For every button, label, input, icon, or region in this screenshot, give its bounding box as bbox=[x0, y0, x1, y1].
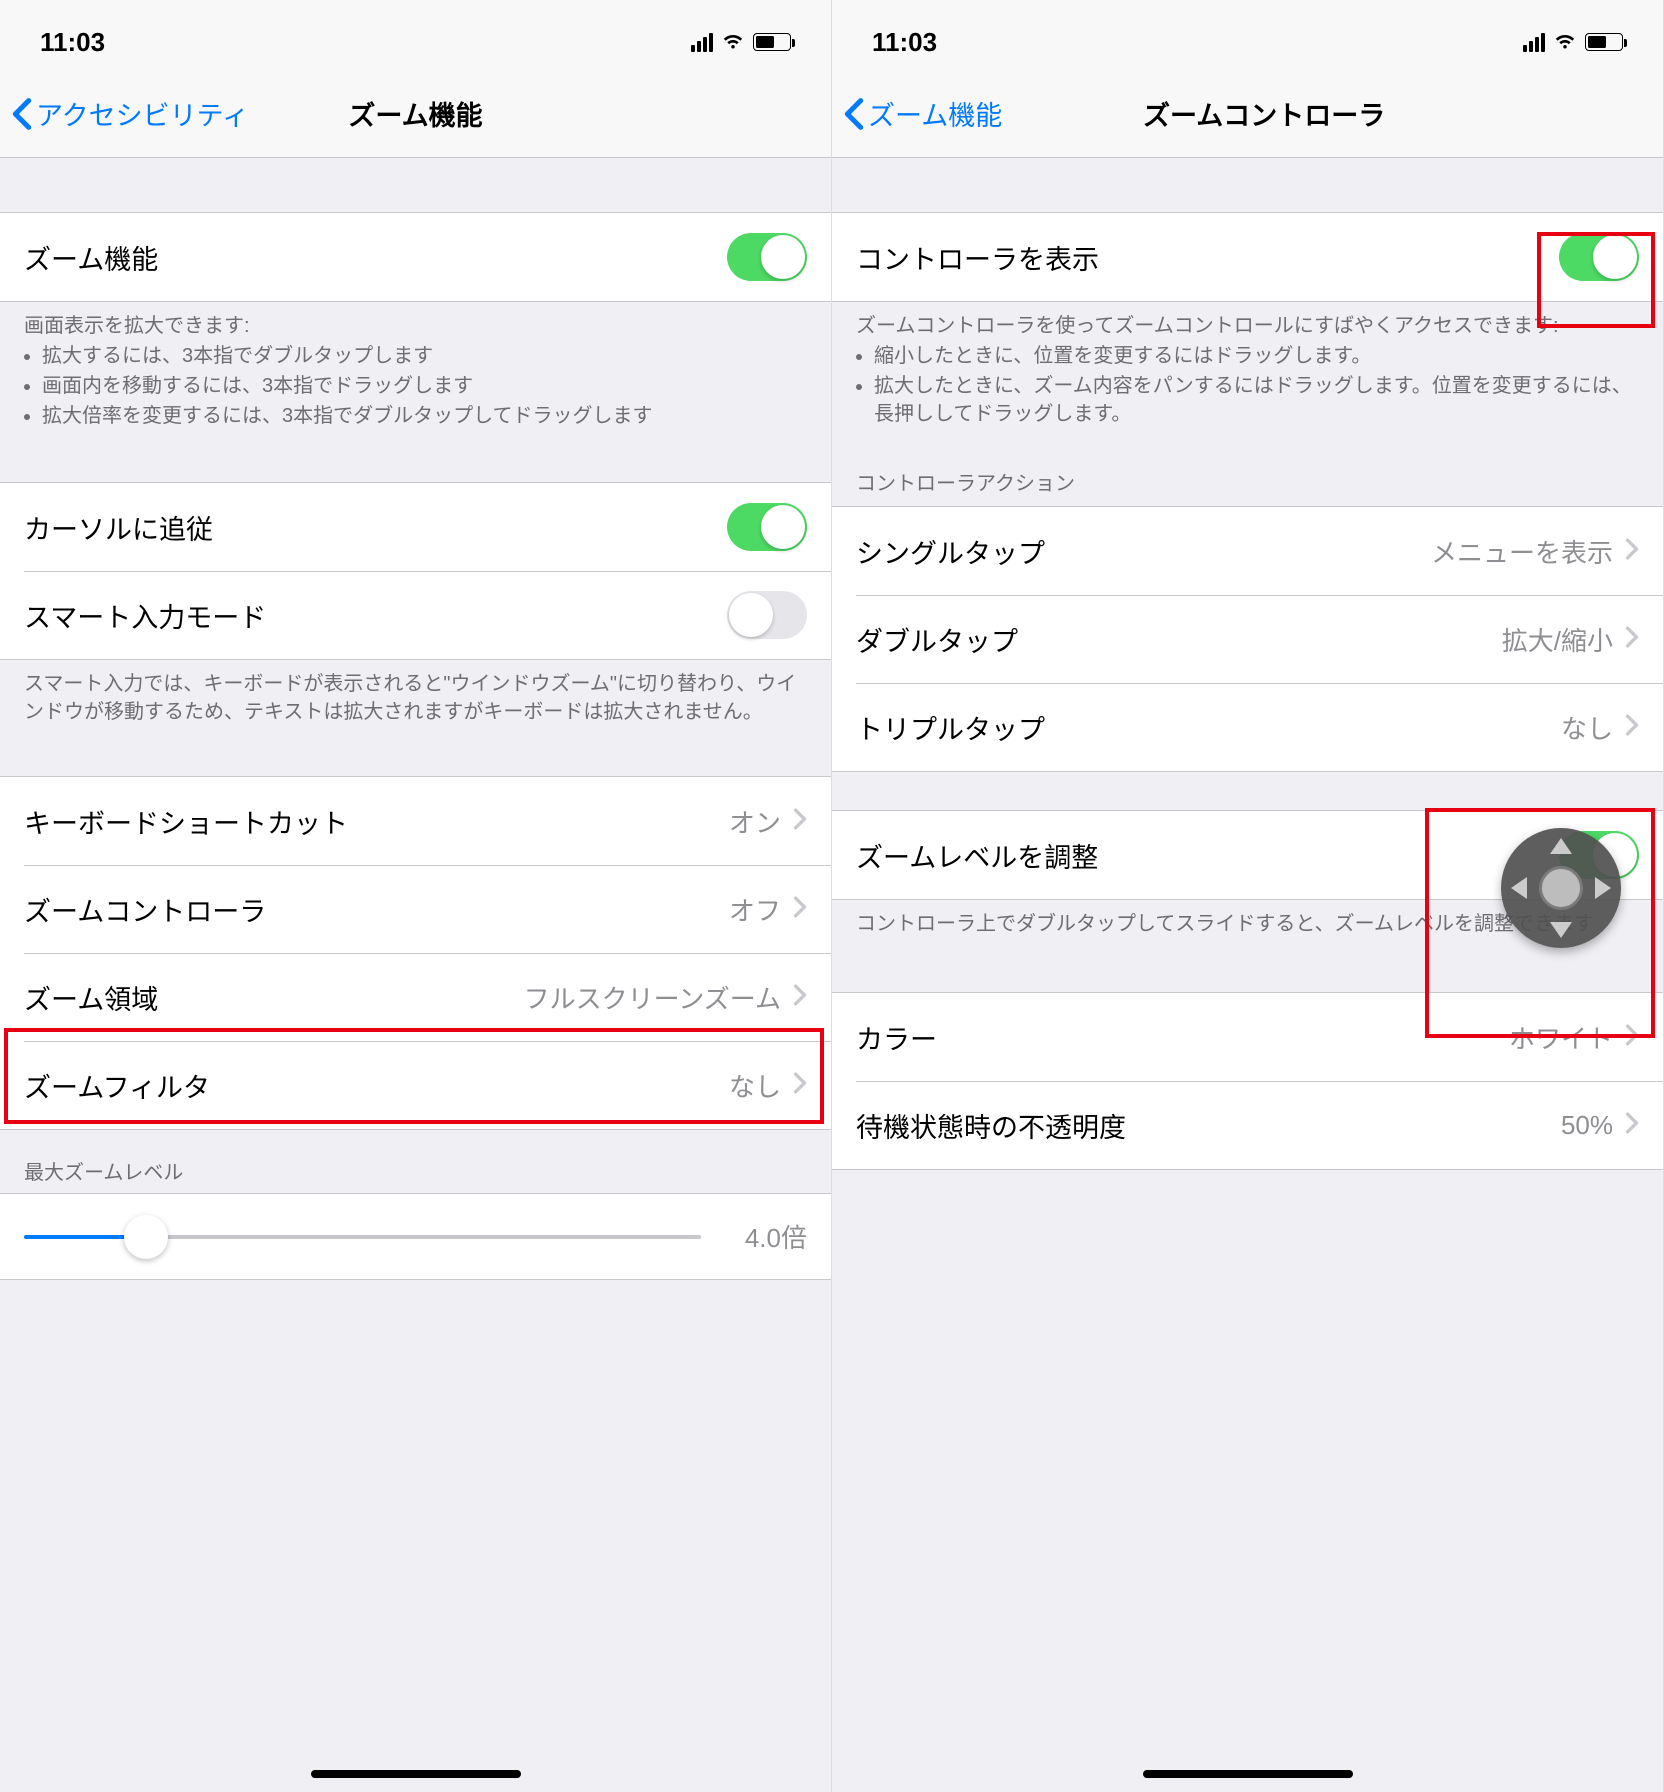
chevron-right-icon bbox=[793, 1070, 807, 1101]
chevron-right-icon bbox=[1625, 712, 1639, 743]
cellular-icon bbox=[1523, 33, 1545, 52]
arrow-down-icon bbox=[1550, 922, 1572, 938]
zoom-toggle-row[interactable]: ズーム機能 bbox=[0, 213, 831, 301]
wifi-icon bbox=[1553, 27, 1577, 58]
triple-tap-label: トリプルタップ bbox=[856, 708, 1045, 747]
double-tap-value: 拡大/縮小 bbox=[1502, 621, 1613, 658]
zoom-region-row[interactable]: ズーム領域 フルスクリーンズーム bbox=[0, 953, 831, 1041]
zoom-controller-value: オフ bbox=[729, 891, 781, 928]
keyboard-shortcut-value: オン bbox=[729, 803, 781, 840]
controller-center-icon bbox=[1539, 866, 1583, 910]
single-tap-row[interactable]: シングルタップ メニューを表示 bbox=[832, 507, 1663, 595]
battery-icon bbox=[753, 33, 791, 51]
back-button[interactable]: ズーム機能 bbox=[844, 94, 1002, 133]
color-value: ホワイト bbox=[1509, 1019, 1613, 1056]
zoom-region-label: ズーム領域 bbox=[24, 978, 158, 1017]
chevron-right-icon bbox=[1625, 624, 1639, 655]
triple-tap-value: なし bbox=[1561, 709, 1613, 746]
smart-typing-switch[interactable] bbox=[727, 591, 807, 639]
zoom-filter-row[interactable]: ズームフィルタ なし bbox=[0, 1041, 831, 1129]
home-indicator[interactable] bbox=[1143, 1770, 1353, 1778]
nav-bar: アクセシビリティ ズーム機能 bbox=[0, 70, 831, 158]
zoom-filter-label: ズームフィルタ bbox=[24, 1066, 210, 1105]
show-controller-row[interactable]: コントローラを表示 bbox=[832, 213, 1663, 301]
opacity-label: 待機状態時の不透明度 bbox=[856, 1106, 1126, 1145]
max-zoom-header: 最大ズームレベル bbox=[0, 1130, 831, 1193]
zoom-filter-value: なし bbox=[729, 1067, 781, 1104]
show-controller-switch[interactable] bbox=[1559, 233, 1639, 281]
follow-cursor-label: カーソルに追従 bbox=[24, 508, 213, 547]
show-controller-help: ズームコントローラを使ってズームコントロールにすばやくアクセスできます: 縮小し… bbox=[832, 302, 1663, 440]
keyboard-shortcut-row[interactable]: キーボードショートカット オン bbox=[0, 777, 831, 865]
double-tap-row[interactable]: ダブルタップ 拡大/縮小 bbox=[832, 595, 1663, 683]
max-zoom-row: 4.0倍 bbox=[0, 1194, 831, 1279]
home-indicator[interactable] bbox=[311, 1770, 521, 1778]
controller-actions-header: コントローラアクション bbox=[832, 440, 1663, 506]
back-label: ズーム機能 bbox=[868, 94, 1002, 133]
status-time: 11:03 bbox=[40, 27, 105, 58]
zoom-switch[interactable] bbox=[727, 233, 807, 281]
single-tap-value: メニューを表示 bbox=[1431, 533, 1613, 570]
back-button[interactable]: アクセシビリティ bbox=[12, 94, 249, 133]
chevron-left-icon bbox=[12, 97, 32, 131]
triple-tap-row[interactable]: トリプルタップ なし bbox=[832, 683, 1663, 771]
zoom-controller-label: ズームコントローラ bbox=[24, 890, 266, 929]
chevron-right-icon bbox=[793, 894, 807, 925]
zoom-toggle-label: ズーム機能 bbox=[24, 238, 158, 277]
smart-typing-label: スマート入力モード bbox=[24, 596, 266, 635]
zoom-settings-screen: 11:03 アクセシビリティ ズーム機能 ズーム機能 画面表示を拡大できます: … bbox=[0, 0, 832, 1792]
status-time: 11:03 bbox=[872, 27, 937, 58]
chevron-right-icon bbox=[1625, 536, 1639, 567]
zoom-help-text: 画面表示を拡大できます: 拡大するには、3本指でダブルタップします 画面内を移動… bbox=[0, 302, 831, 442]
zoom-controller-screen: 11:03 ズーム機能 ズームコントローラ コントローラを表示 ズームコントロー… bbox=[832, 0, 1664, 1792]
arrow-up-icon bbox=[1550, 838, 1572, 854]
single-tap-label: シングルタップ bbox=[856, 532, 1045, 571]
chevron-right-icon bbox=[793, 982, 807, 1013]
max-zoom-value: 4.0倍 bbox=[717, 1218, 807, 1255]
zoom-controller-row[interactable]: ズームコントローラ オフ bbox=[0, 865, 831, 953]
keyboard-shortcut-label: キーボードショートカット bbox=[24, 802, 348, 841]
opacity-row[interactable]: 待機状態時の不透明度 50% bbox=[832, 1081, 1663, 1169]
adjust-zoom-label: ズームレベルを調整 bbox=[856, 836, 1098, 875]
status-bar: 11:03 bbox=[0, 0, 831, 70]
cellular-icon bbox=[691, 33, 713, 52]
page-title: ズームコントローラ bbox=[1143, 94, 1385, 133]
arrow-right-icon bbox=[1595, 877, 1611, 899]
nav-bar: ズーム機能 ズームコントローラ bbox=[832, 70, 1663, 158]
back-label: アクセシビリティ bbox=[36, 94, 249, 133]
show-controller-label: コントローラを表示 bbox=[856, 238, 1099, 277]
arrow-left-icon bbox=[1511, 877, 1527, 899]
zoom-controller-widget[interactable] bbox=[1501, 828, 1621, 948]
follow-cursor-switch[interactable] bbox=[727, 503, 807, 551]
chevron-right-icon bbox=[1625, 1110, 1639, 1141]
color-label: カラー bbox=[856, 1018, 937, 1057]
chevron-left-icon bbox=[844, 97, 864, 131]
status-icons bbox=[691, 27, 791, 58]
zoom-region-value: フルスクリーンズーム bbox=[524, 979, 781, 1016]
chevron-right-icon bbox=[793, 806, 807, 837]
smart-typing-row[interactable]: スマート入力モード bbox=[0, 571, 831, 659]
smart-typing-help: スマート入力では、キーボードが表示されると"ウインドウズーム"に切り替わり、ウイ… bbox=[0, 660, 831, 736]
status-bar: 11:03 bbox=[832, 0, 1663, 70]
color-row[interactable]: カラー ホワイト bbox=[832, 993, 1663, 1081]
chevron-right-icon bbox=[1625, 1022, 1639, 1053]
max-zoom-slider[interactable] bbox=[24, 1235, 701, 1239]
wifi-icon bbox=[721, 27, 745, 58]
double-tap-label: ダブルタップ bbox=[856, 620, 1018, 659]
battery-icon bbox=[1585, 33, 1623, 51]
page-title: ズーム機能 bbox=[348, 94, 482, 133]
status-icons bbox=[1523, 27, 1623, 58]
opacity-value: 50% bbox=[1561, 1110, 1613, 1141]
follow-cursor-row[interactable]: カーソルに追従 bbox=[0, 483, 831, 571]
